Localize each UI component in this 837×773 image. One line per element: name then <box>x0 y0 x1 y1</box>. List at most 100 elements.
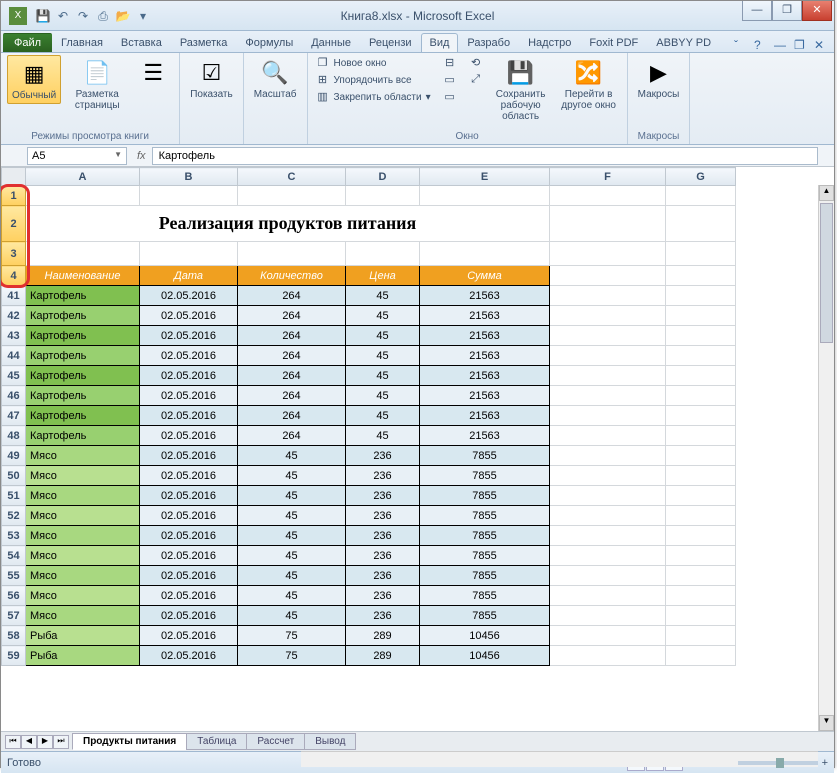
cell-price[interactable]: 236 <box>346 526 420 546</box>
row-head-59[interactable]: 59 <box>2 646 26 666</box>
worksheet-grid[interactable]: ABCDEFG12Реализация продуктов питания34Н… <box>1 167 834 731</box>
table-header[interactable]: Цена <box>346 266 420 286</box>
cell-sum[interactable]: 7855 <box>420 526 550 546</box>
tab-разметка[interactable]: Разметка <box>171 33 237 52</box>
cell-price[interactable]: 45 <box>346 366 420 386</box>
cell-sum[interactable]: 10456 <box>420 646 550 666</box>
cell-date[interactable]: 02.05.2016 <box>140 386 238 406</box>
cell-date[interactable]: 02.05.2016 <box>140 366 238 386</box>
row-head-46[interactable]: 46 <box>2 386 26 406</box>
empty-cell[interactable] <box>666 242 736 266</box>
cell-date[interactable]: 02.05.2016 <box>140 566 238 586</box>
col-head-C[interactable]: C <box>238 168 346 186</box>
cell-qty[interactable]: 75 <box>238 646 346 666</box>
sync-scroll-button[interactable]: ⟲ <box>467 55 485 71</box>
tab-abbyy-pd[interactable]: ABBYY PD <box>647 33 720 52</box>
row-head-56[interactable]: 56 <box>2 586 26 606</box>
cell-price[interactable]: 45 <box>346 286 420 306</box>
cell-price[interactable]: 236 <box>346 586 420 606</box>
cell-qty[interactable]: 264 <box>238 346 346 366</box>
cell-qty[interactable]: 45 <box>238 566 346 586</box>
cell-date[interactable]: 02.05.2016 <box>140 646 238 666</box>
cell-name[interactable]: Мясо <box>26 566 140 586</box>
cell-price[interactable]: 236 <box>346 566 420 586</box>
cell-sum[interactable]: 21563 <box>420 386 550 406</box>
empty-cell[interactable] <box>346 186 420 206</box>
cell-name[interactable]: Картофель <box>26 326 140 346</box>
empty-cell[interactable] <box>420 242 550 266</box>
page-layout-button[interactable]: 📄 Разметка страницы <box>65 55 129 113</box>
cell-date[interactable]: 02.05.2016 <box>140 606 238 626</box>
cell-sum[interactable]: 21563 <box>420 406 550 426</box>
cell-qty[interactable]: 264 <box>238 406 346 426</box>
cell-name[interactable]: Мясо <box>26 606 140 626</box>
cell-qty[interactable]: 264 <box>238 326 346 346</box>
empty-cell[interactable] <box>346 242 420 266</box>
empty-cell[interactable] <box>550 242 666 266</box>
cell-name[interactable]: Картофель <box>26 386 140 406</box>
col-head-E[interactable]: E <box>420 168 550 186</box>
cell-price[interactable]: 236 <box>346 446 420 466</box>
zoom-slider[interactable] <box>738 761 818 765</box>
cell-name[interactable]: Мясо <box>26 546 140 566</box>
switch-windows-button[interactable]: 🔀 Перейти в другое окно <box>557 55 621 113</box>
cell-name[interactable]: Картофель <box>26 286 140 306</box>
cell-date[interactable]: 02.05.2016 <box>140 426 238 446</box>
row-head-41[interactable]: 41 <box>2 286 26 306</box>
cell-qty[interactable]: 45 <box>238 526 346 546</box>
empty-cell[interactable] <box>238 242 346 266</box>
empty-cell[interactable] <box>420 186 550 206</box>
col-head-F[interactable]: F <box>550 168 666 186</box>
cell-qty[interactable]: 264 <box>238 386 346 406</box>
cell-sum[interactable]: 7855 <box>420 506 550 526</box>
cell-name[interactable]: Мясо <box>26 446 140 466</box>
cell-price[interactable]: 289 <box>346 646 420 666</box>
scroll-thumb[interactable] <box>820 203 833 343</box>
sheet-nav-prev[interactable]: ◀ <box>21 735 37 749</box>
cell-qty[interactable]: 264 <box>238 286 346 306</box>
name-box-dropdown-icon[interactable]: ▼ <box>114 150 122 162</box>
row-head-53[interactable]: 53 <box>2 526 26 546</box>
cell-name[interactable]: Картофель <box>26 406 140 426</box>
cell-sum[interactable]: 7855 <box>420 586 550 606</box>
cell-qty[interactable]: 75 <box>238 626 346 646</box>
empty-cell[interactable] <box>140 242 238 266</box>
sheet-nav-next[interactable]: ▶ <box>37 735 53 749</box>
maximize-button[interactable]: ❐ <box>772 1 802 21</box>
cell-qty[interactable]: 45 <box>238 586 346 606</box>
cell-price[interactable]: 45 <box>346 406 420 426</box>
title-cell[interactable]: Реализация продуктов питания <box>26 206 550 242</box>
cell-price[interactable]: 236 <box>346 506 420 526</box>
tab-главная[interactable]: Главная <box>52 33 112 52</box>
cell-price[interactable]: 45 <box>346 326 420 346</box>
tab-file[interactable]: Файл <box>3 33 52 52</box>
cell-qty[interactable]: 264 <box>238 306 346 326</box>
print-icon[interactable]: ⎙ <box>95 8 111 24</box>
name-box[interactable]: A5 ▼ <box>27 147 127 165</box>
cell-qty[interactable]: 45 <box>238 466 346 486</box>
sheet-tab-active[interactable]: Продукты питания <box>72 733 187 750</box>
doc-minimize-icon[interactable]: — <box>774 38 788 52</box>
col-head-B[interactable]: B <box>140 168 238 186</box>
empty-cell[interactable] <box>238 186 346 206</box>
cell-date[interactable]: 02.05.2016 <box>140 506 238 526</box>
cell-date[interactable]: 02.05.2016 <box>140 546 238 566</box>
fx-icon[interactable]: fx <box>131 150 152 162</box>
sheet-tab[interactable]: Рассчет <box>246 733 305 750</box>
cell-sum[interactable]: 10456 <box>420 626 550 646</box>
cell-name[interactable]: Картофель <box>26 346 140 366</box>
cell-price[interactable]: 45 <box>346 346 420 366</box>
cell-qty[interactable]: 264 <box>238 366 346 386</box>
qat-dropdown-icon[interactable]: ▾ <box>135 8 151 24</box>
cell-date[interactable]: 02.05.2016 <box>140 486 238 506</box>
scroll-down-button[interactable]: ▼ <box>819 715 834 731</box>
cell-price[interactable]: 236 <box>346 466 420 486</box>
views-more-button[interactable]: ☰ <box>133 55 173 91</box>
close-button[interactable]: ✕ <box>802 1 832 21</box>
save-icon[interactable]: 💾 <box>35 8 51 24</box>
cell-date[interactable]: 02.05.2016 <box>140 406 238 426</box>
empty-cell[interactable] <box>666 186 736 206</box>
cell-name[interactable]: Мясо <box>26 466 140 486</box>
new-window-button[interactable]: ❐Новое окно <box>314 55 433 71</box>
cell-sum[interactable]: 7855 <box>420 466 550 486</box>
